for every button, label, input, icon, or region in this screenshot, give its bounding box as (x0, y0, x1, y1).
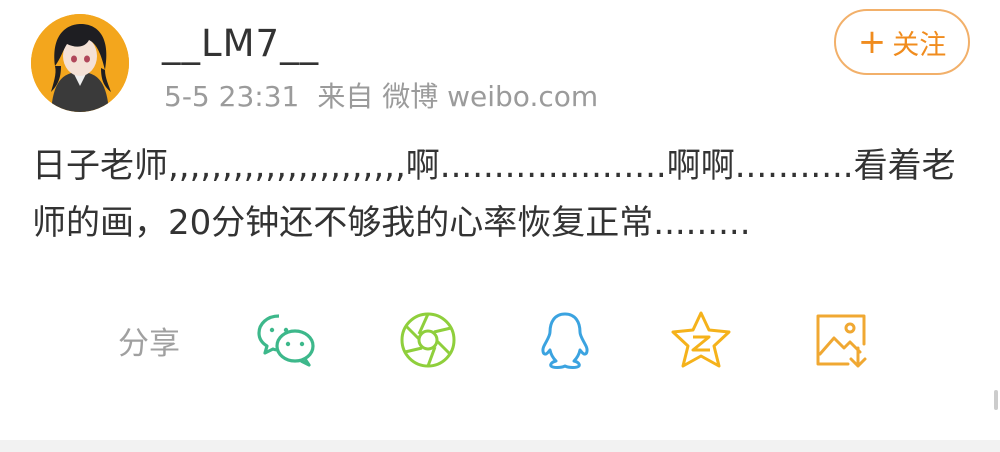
post-content: 日子老师,,,,,,,,,,,,,,,,,,,,,,啊.............… (32, 146, 956, 243)
save-image-icon (816, 314, 867, 368)
wechat-icon (257, 314, 315, 367)
share-label: 分享 (118, 326, 180, 362)
scrollbar[interactable] (994, 390, 998, 410)
avatar[interactable] (31, 14, 129, 112)
qq-icon (541, 312, 589, 369)
post-timestamp: 5-5 23:31 (164, 80, 300, 113)
share-moments-button[interactable] (396, 310, 460, 370)
share-save-image-button[interactable] (810, 310, 874, 370)
qzone-icon (671, 311, 731, 368)
share-wechat-button[interactable] (255, 310, 319, 370)
follow-label: 关注 (892, 29, 947, 61)
username[interactable]: __LM7__ (162, 22, 319, 65)
plus-icon: + (857, 22, 887, 62)
share-qq-button[interactable] (533, 310, 597, 370)
moments-icon (400, 312, 456, 368)
post-source[interactable]: 来自 微博 weibo.com (317, 80, 598, 113)
anime-girl-avatar-icon (31, 14, 129, 112)
section-divider (0, 440, 1000, 452)
post-meta: 5-5 23:31 来自 微博 weibo.com (164, 75, 598, 115)
share-qzone-button[interactable] (669, 310, 733, 370)
follow-button[interactable]: + 关注 (834, 9, 970, 75)
